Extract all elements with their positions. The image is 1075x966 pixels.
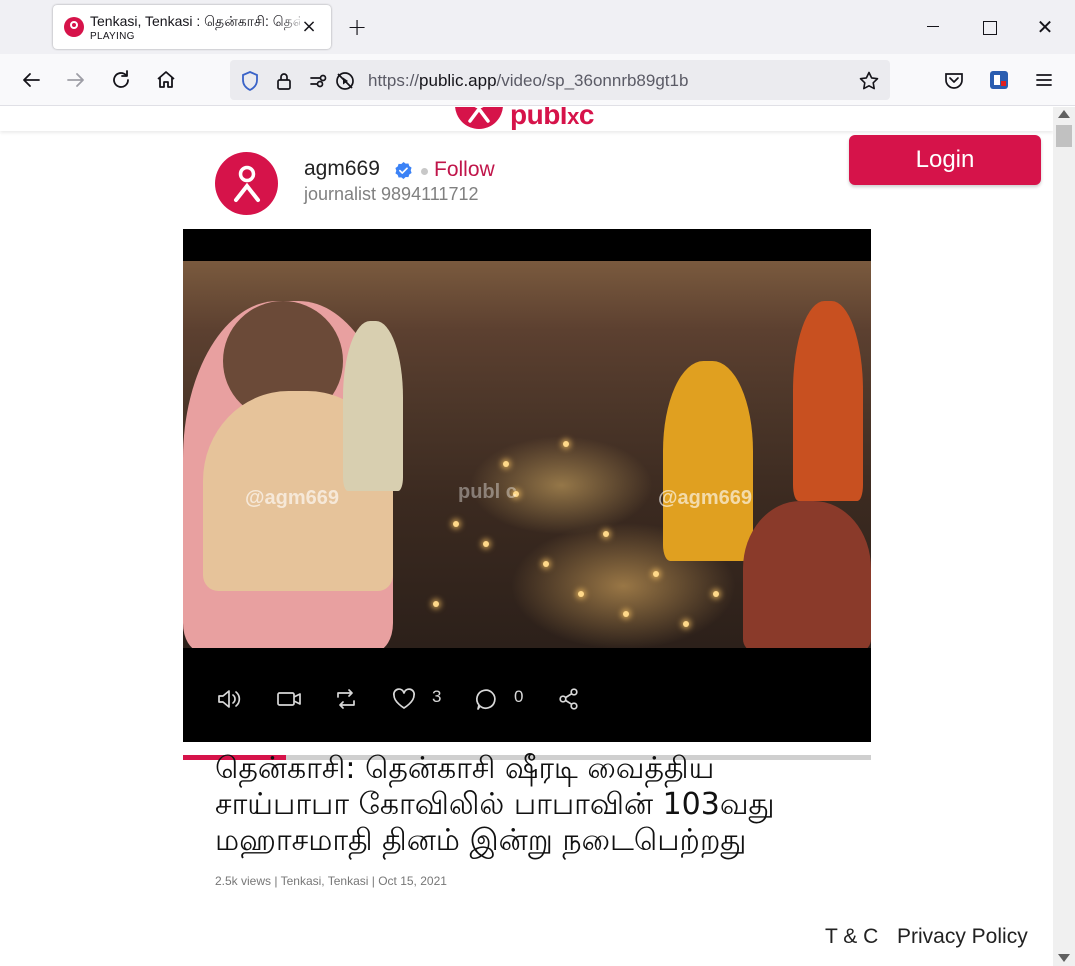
video-lamp: [483, 541, 489, 547]
home-icon[interactable]: [152, 66, 180, 94]
video-lamp: [503, 461, 509, 467]
lock-icon[interactable]: [273, 70, 295, 92]
url-domain: public.app: [419, 71, 497, 90]
author-username[interactable]: agm669: [304, 157, 380, 181]
scroll-up-arrow-icon[interactable]: [1058, 110, 1070, 118]
star-icon[interactable]: [858, 70, 880, 92]
forward-icon[interactable]: [62, 66, 90, 94]
video-lamp: [578, 591, 584, 597]
watermark-center: publ c: [458, 481, 517, 503]
brand-name[interactable]: publxc: [510, 107, 594, 131]
post-meta: 2.5k views | Tenkasi, Tenkasi | Oct 15, …: [215, 874, 447, 888]
video-lamp: [603, 531, 609, 537]
video-frame[interactable]: @agm669 publ c @agm669: [183, 261, 871, 648]
tab-playing-status: PLAYING: [90, 31, 135, 42]
video-figure-seated: [743, 501, 871, 648]
like-count: 3: [432, 687, 442, 706]
brand-logo-icon[interactable]: [455, 107, 503, 129]
watermark-right: @agm669: [658, 487, 752, 509]
tab-title: Tenkasi, Tenkasi : தென்காசி: தென்காசி: [90, 13, 300, 29]
tab-bar: Tenkasi, Tenkasi : தென்காசி: தென்காசி PL…: [0, 0, 1075, 54]
close-tab-icon[interactable]: ×: [299, 17, 319, 37]
url-text: https://public.app/video/sp_36onnrb89gt1…: [368, 71, 688, 91]
terms-link[interactable]: T & C: [825, 925, 878, 949]
web-page: publxc Login agm669 Follow journalist 98…: [0, 107, 1053, 966]
video-figure-yellow-saree: [663, 361, 753, 561]
video-player[interactable]: @agm669 publ c @agm669 3 0: [183, 229, 871, 760]
follow-button[interactable]: Follow: [434, 158, 495, 182]
permissions-icon[interactable]: [308, 70, 330, 92]
verified-icon: [394, 161, 413, 180]
comment-icon[interactable]: [472, 684, 502, 714]
camera-icon[interactable]: [274, 684, 304, 714]
video-lamp: [563, 441, 569, 447]
menu-icon[interactable]: [1030, 66, 1058, 94]
public-logo-icon: [234, 165, 260, 202]
login-button[interactable]: Login: [849, 135, 1041, 185]
shield-icon[interactable]: [239, 70, 261, 92]
navigation-toolbar: https://public.app/video/sp_36onnrb89gt1…: [0, 54, 1075, 106]
url-scheme: https://: [368, 71, 420, 90]
share-icon[interactable]: [554, 684, 584, 714]
heart-icon[interactable]: [389, 684, 419, 714]
repost-icon[interactable]: [331, 684, 361, 714]
author-avatar[interactable]: [215, 152, 278, 215]
separator-dot: [421, 168, 428, 175]
brand-i-mark: x: [567, 107, 579, 129]
brand-name-main: publ: [510, 107, 568, 130]
public-app-favicon-icon: [64, 17, 84, 37]
watermark-left: @agm669: [245, 487, 339, 509]
video-figure-bg-1: [343, 321, 403, 491]
video-lamp: [453, 521, 459, 527]
minimize-button[interactable]: [920, 14, 946, 40]
browser-tab[interactable]: Tenkasi, Tenkasi : தென்காசி: தென்காசி PL…: [53, 5, 331, 49]
scroll-down-arrow-icon[interactable]: [1058, 954, 1070, 962]
video-lamp: [543, 561, 549, 567]
browser-window: Tenkasi, Tenkasi : தென்காசி: தென்காசி PL…: [0, 0, 1075, 966]
privacy-policy-link[interactable]: Privacy Policy: [897, 925, 1028, 949]
url-bar[interactable]: https://public.app/video/sp_36onnrb89gt1…: [230, 60, 890, 100]
autoplay-blocked-icon[interactable]: [334, 70, 356, 92]
brand-name-suffix: c: [578, 107, 595, 130]
reload-icon[interactable]: [107, 66, 135, 94]
url-path: /video/sp_36onnrb89gt1b: [496, 71, 689, 90]
comment-count: 0: [514, 687, 524, 706]
new-tab-button[interactable]: +: [344, 14, 370, 40]
video-lamp: [623, 611, 629, 617]
extension-icon[interactable]: [985, 66, 1013, 94]
video-lamp: [683, 621, 689, 627]
video-lamp: [713, 591, 719, 597]
volume-icon[interactable]: [214, 684, 244, 714]
window-close-button[interactable]: ✕: [1032, 14, 1058, 40]
author-subtitle: journalist 9894111712: [304, 184, 479, 204]
page-scrollbar[interactable]: [1053, 107, 1075, 966]
back-icon[interactable]: [17, 66, 45, 94]
scroll-thumb[interactable]: [1056, 125, 1072, 147]
pocket-icon[interactable]: [940, 66, 968, 94]
video-lamp: [433, 601, 439, 607]
video-lamp: [653, 571, 659, 577]
maximize-button[interactable]: [976, 14, 1002, 40]
video-figure-orange: [793, 301, 863, 501]
post-title: தென்காசி: தென்காசி ஷீரடி வைத்திய சாய்பாப…: [215, 751, 775, 858]
